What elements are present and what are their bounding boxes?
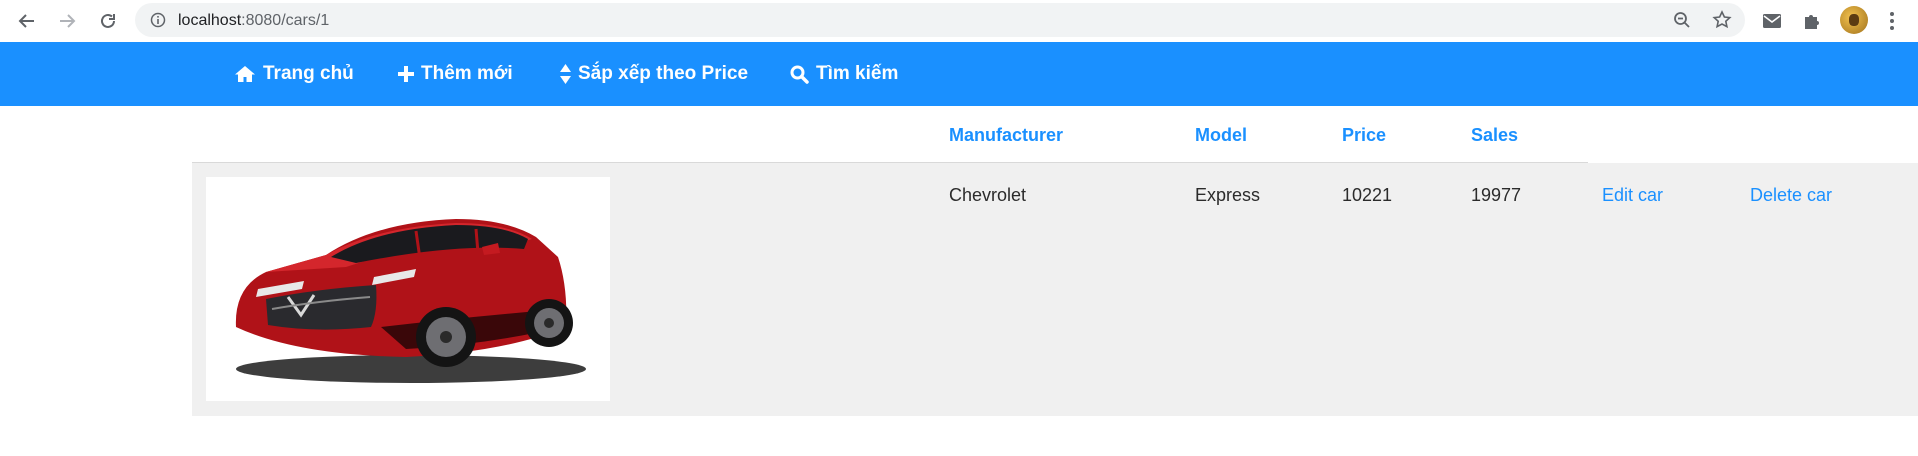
table-header: Manufacturer Model Price Sales xyxy=(192,106,1588,163)
browser-toolbar: localhost:8080/cars/1 xyxy=(0,0,1918,42)
reload-icon[interactable] xyxy=(94,7,122,35)
table-row: Chevrolet Express 10221 19977 Edit car D… xyxy=(192,163,1918,416)
url-text[interactable]: localhost:8080/cars/1 xyxy=(178,12,329,30)
top-navbar: Trang chủ Thêm mới Sắp xếp theo Price Tì… xyxy=(0,42,1918,106)
cell-price: 10221 xyxy=(1342,185,1393,205)
back-arrow-icon[interactable] xyxy=(13,7,41,35)
home-icon xyxy=(234,65,256,83)
header-sales[interactable]: Sales xyxy=(1471,125,1518,146)
header-price[interactable]: Price xyxy=(1342,125,1386,146)
nav-add-new[interactable]: Thêm mới xyxy=(398,42,513,106)
nav-search-label: Tìm kiếm xyxy=(816,63,899,84)
cell-manufacturer: Chevrolet xyxy=(949,185,1027,205)
nav-sort-price[interactable]: Sắp xếp theo Price xyxy=(560,42,748,106)
profile-avatar[interactable] xyxy=(1840,6,1868,34)
cell-model: Express xyxy=(1195,185,1261,205)
nav-home[interactable]: Trang chủ xyxy=(234,42,354,106)
cell-sales: 19977 xyxy=(1471,185,1522,205)
nav-search[interactable]: Tìm kiếm xyxy=(790,42,898,106)
nav-sort-price-label: Sắp xếp theo Price xyxy=(578,63,749,84)
search-icon xyxy=(790,65,809,84)
car-image xyxy=(206,177,610,401)
extensions-puzzle-icon[interactable] xyxy=(1798,7,1826,35)
bookmark-star-icon[interactable] xyxy=(1711,9,1733,31)
plus-icon xyxy=(398,66,414,82)
url-path: :8080/cars/1 xyxy=(241,12,330,29)
sort-icon xyxy=(560,64,571,84)
red-suv-car-image xyxy=(235,219,586,383)
delete-car-link[interactable]: Delete car xyxy=(1750,185,1832,206)
forward-arrow-icon[interactable] xyxy=(53,7,81,35)
header-model[interactable]: Model xyxy=(1195,125,1247,146)
url-host: localhost xyxy=(178,12,242,29)
site-info-icon[interactable] xyxy=(147,9,169,31)
zoom-out-icon[interactable] xyxy=(1671,9,1693,31)
header-manufacturer[interactable]: Manufacturer xyxy=(949,125,1063,146)
nav-home-label: Trang chủ xyxy=(263,63,354,84)
edit-car-link[interactable]: Edit car xyxy=(1602,185,1663,206)
address-bar[interactable]: localhost:8080/cars/1 xyxy=(135,3,1745,37)
menu-kebab-icon[interactable] xyxy=(1878,7,1906,35)
car-table: Manufacturer Model Price Sales Chevrolet… xyxy=(192,106,1918,416)
nav-add-new-label: Thêm mới xyxy=(421,63,513,84)
mail-icon[interactable] xyxy=(1758,7,1786,35)
